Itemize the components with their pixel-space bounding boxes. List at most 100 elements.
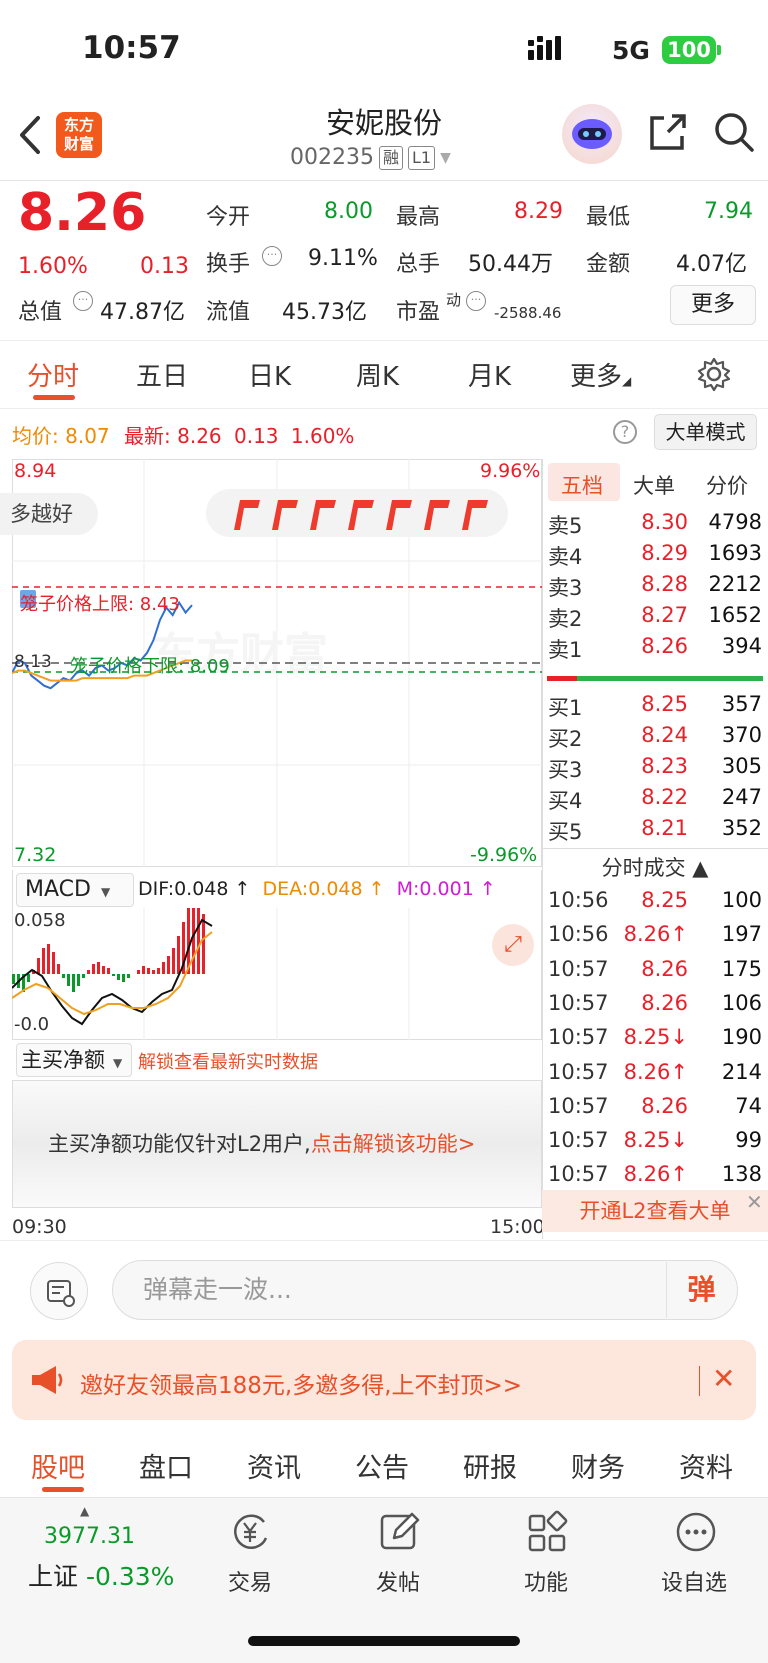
btab-research[interactable]: 研报 [463, 1446, 517, 1485]
macd-histogram-bar [27, 974, 30, 982]
macd-histogram-bar [167, 956, 170, 974]
macd-dea: DEA:0.048 ↑ [262, 878, 385, 900]
tab-intraday[interactable]: 分时 [27, 356, 79, 393]
tab-daily-k[interactable]: 日K [248, 356, 291, 393]
ob-ratio-bar-green [577, 676, 763, 681]
ob-tab-price-dist[interactable]: 分价 [706, 470, 748, 500]
toolbar-trade[interactable]: 交易 [200, 1565, 300, 1597]
index-name: 上证 [28, 1562, 79, 1591]
unlock-feature-link[interactable]: 点击解锁该功能> [311, 1132, 476, 1156]
volume-value: 50.44万 [468, 252, 553, 277]
trade-row: 10:56 8.25 100 [548, 888, 762, 918]
function-grid-icon[interactable] [526, 1510, 570, 1554]
main-buy-select[interactable]: 主买净额 ▼ [16, 1043, 132, 1077]
margin-tag: 融 [378, 145, 403, 170]
more-dots-icon[interactable]: ··· [73, 291, 93, 311]
macd-histogram-bar [162, 962, 165, 974]
btab-profile[interactable]: 资料 [679, 1446, 733, 1485]
btab-finance[interactable]: 财务 [571, 1446, 625, 1485]
toolbar-function[interactable]: 功能 [496, 1565, 596, 1597]
toolbar-post[interactable]: 发帖 [348, 1565, 448, 1597]
battery-tip [717, 45, 721, 55]
big-order-mode-button[interactable]: 大单模式 [654, 414, 757, 450]
mcap-value: 47.87亿 [100, 300, 185, 325]
ob-tab-five-level[interactable]: 五档 [561, 470, 603, 500]
chart-bottom-pct: -9.96% [470, 844, 538, 866]
latest-change: 0.13 [234, 424, 279, 448]
ask-row[interactable]: 卖4 8.29 1693 [548, 541, 762, 571]
close-icon[interactable]: ✕ [746, 1190, 763, 1214]
unlock-realtime-link[interactable]: 解锁查看最新实时数据 [138, 1048, 318, 1074]
more-dots-icon[interactable]: ··· [466, 291, 486, 311]
macd-histogram-bar [197, 908, 200, 974]
macd-histogram-bar [117, 974, 120, 980]
search-icon[interactable] [712, 110, 756, 154]
macd-indicator-select[interactable]: MACD ▼ [16, 873, 134, 907]
stock-code-selector[interactable]: 002235 融 L1 ▼ [290, 145, 451, 170]
more-circle-icon[interactable] [674, 1510, 718, 1554]
invite-text[interactable]: 邀好友领最高188元,多邀多得,上不封顶>> [80, 1366, 522, 1400]
ask-row[interactable]: 卖3 8.28 2212 [548, 572, 762, 602]
post-edit-icon[interactable] [378, 1510, 422, 1554]
orderbook-divider [542, 459, 543, 1239]
ask-row[interactable]: 卖5 8.30 4798 [548, 510, 762, 540]
bid-price: 8.22 [641, 785, 688, 809]
tab-monthly-k[interactable]: 月K [468, 356, 511, 393]
trade-price: 8.26↑ [623, 1059, 688, 1084]
trades-divider [542, 848, 768, 849]
low-value: 7.94 [704, 199, 753, 224]
macd-histogram-bar [52, 952, 55, 974]
bid-row[interactable]: 买2 8.24 370 [548, 723, 762, 753]
bid-row[interactable]: 买4 8.22 247 [548, 785, 762, 815]
bid-row[interactable]: 买5 8.21 352 [548, 816, 762, 846]
amount-label: 金额 [586, 252, 631, 277]
trade-yen-icon[interactable] [228, 1510, 272, 1554]
settings-gear-icon[interactable] [696, 356, 732, 392]
more-dots-icon[interactable]: ··· [262, 246, 282, 266]
danmu-input[interactable]: 弹幕走一波... [112, 1260, 738, 1320]
more-button[interactable]: 更多 [670, 285, 756, 325]
bid-level-label: 买4 [548, 789, 583, 813]
expand-icon[interactable]: ⤢ [492, 924, 534, 966]
trade-volume: 106 [721, 990, 762, 1015]
trade-row: 10:57 8.26 106 [548, 991, 762, 1021]
danmu-send-button[interactable]: 弹 [666, 1262, 736, 1318]
btab-orderflow[interactable]: 盘口 [139, 1446, 193, 1485]
ask-row[interactable]: 卖1 8.26 394 [548, 634, 762, 664]
ask-row[interactable]: 卖2 8.27 1652 [548, 603, 762, 633]
close-icon[interactable]: ✕ [712, 1362, 735, 1395]
time-end: 15:00 [490, 1216, 545, 1238]
sentiment-pill[interactable]: 多越好 [0, 493, 98, 535]
tab-weekly-k[interactable]: 周K [356, 356, 399, 393]
tab-more[interactable]: 更多◢ [570, 356, 631, 393]
help-icon[interactable]: ? [613, 420, 637, 444]
btab-news[interactable]: 资讯 [247, 1446, 301, 1485]
share-icon[interactable] [646, 110, 690, 154]
open-l2-banner[interactable]: 开通L2查看大单 [542, 1190, 768, 1232]
trades-title[interactable]: 分时成交 ▲ [542, 852, 768, 882]
macd-histogram-bar [87, 970, 90, 974]
btab-forum[interactable]: 股吧 [31, 1446, 85, 1485]
tab-five-day[interactable]: 五日 [136, 356, 188, 393]
avg-latest-line: 均价: 8.07 最新: 8.26 0.13 1.60% [12, 420, 354, 449]
trade-time: 10:57 [548, 1093, 609, 1118]
bid-row[interactable]: 买3 8.23 305 [548, 754, 762, 784]
bid-price: 8.24 [641, 723, 688, 747]
bid-volume: 305 [721, 754, 762, 778]
toolbar-add-watchlist[interactable]: 设自选 [644, 1565, 744, 1597]
robot-assistant-icon[interactable] [562, 104, 622, 164]
trade-volume: 99 [735, 1128, 762, 1153]
btab-announcements[interactable]: 公告 [355, 1446, 409, 1485]
trade-price: 8.25 [641, 888, 688, 912]
macd-histogram-bar [157, 968, 160, 974]
ob-tab-big-order[interactable]: 大单 [633, 470, 675, 500]
index-quote[interactable]: 上证 -0.33% [28, 1557, 174, 1593]
macd-histogram-bar [152, 970, 155, 974]
ask-price: 8.26 [641, 634, 688, 658]
message-settings-icon[interactable] [30, 1262, 88, 1320]
turnover-label: 换手 [206, 252, 251, 277]
ask-volume: 1693 [708, 541, 762, 565]
bid-row[interactable]: 买1 8.25 357 [548, 692, 762, 722]
trade-row: 10:57 8.26↑ 138 [548, 1162, 762, 1192]
index-value[interactable]: 3977.31 [44, 1524, 135, 1549]
